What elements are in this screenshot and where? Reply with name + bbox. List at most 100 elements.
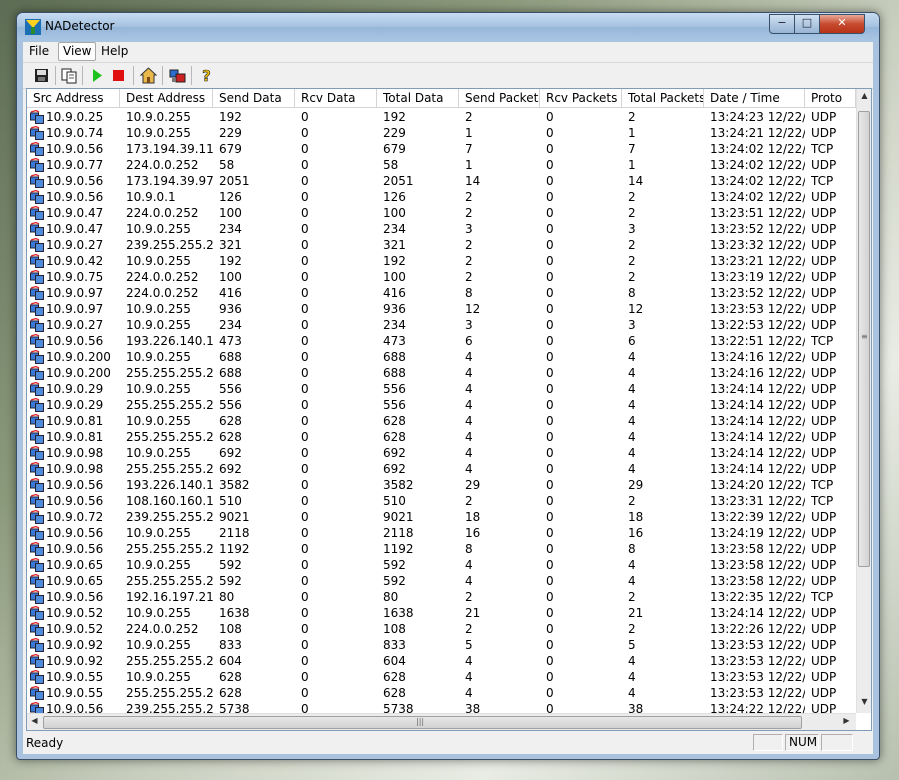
connection-icon <box>30 589 44 604</box>
table-cell: 13:22:26 12/22/... <box>710 622 805 636</box>
table-cell: 3 <box>628 222 636 236</box>
vertical-scroll-thumb[interactable]: ≡ <box>858 111 870 567</box>
table-row[interactable]: 10.9.0.42 10.9.0.255 192 0 192 2 0 2 13:23:21 12… <box>27 253 856 269</box>
table-cell: 0 <box>301 542 309 556</box>
table-cell: 13:22:39 12/22/... <box>710 510 805 524</box>
table-row[interactable]: 10.9.0.56 255.255.255.2... 1192 0 1192 8 0 8 13:… <box>27 541 856 557</box>
table-row[interactable]: 10.9.0.47 10.9.0.255 234 0 234 3 0 3 13:23:52 12… <box>27 221 856 237</box>
column-header[interactable]: Src Address <box>27 89 120 107</box>
table-cell: 14 <box>465 174 481 188</box>
start-icon[interactable] <box>87 66 106 85</box>
table-row[interactable]: 10.9.0.81 10.9.0.255 628 0 628 4 0 4 13:24:14 12… <box>27 413 856 429</box>
menu-file[interactable]: File <box>25 43 53 60</box>
table-row[interactable]: 10.9.0.72 239.255.255.2... 9021 0 9021 18 0 18 1… <box>27 509 856 525</box>
table-cell: TCP <box>811 590 834 604</box>
horizontal-scrollbar[interactable]: ◀ ||| ▶ <box>27 713 856 730</box>
table-cell: 628 <box>219 670 242 684</box>
minimize-button[interactable]: − <box>769 14 795 34</box>
column-header[interactable]: Proto <box>805 89 856 107</box>
traffic-list[interactable]: Src Address Dest Address Send Data Rcv Data… <box>26 88 872 731</box>
table-cell: 10.9.0.255 <box>126 606 191 620</box>
table-cell: 0 <box>301 302 309 316</box>
table-row[interactable]: 10.9.0.56 10.9.0.255 2118 0 2118 16 0 16 13:24:1… <box>27 525 856 541</box>
stop-icon[interactable] <box>109 66 128 85</box>
connection-icon <box>30 525 44 540</box>
table-cell: 13:23:53 12/22/... <box>710 654 805 668</box>
table-row[interactable]: 10.9.0.81 255.255.255.2... 628 0 628 4 0 4 13:24… <box>27 429 856 445</box>
table-row[interactable]: 10.9.0.56 10.9.0.1 126 0 126 2 0 2 13:24:02 12/2… <box>27 189 856 205</box>
table-row[interactable]: 10.9.0.55 10.9.0.255 628 0 628 4 0 4 13:23:53 12… <box>27 669 856 685</box>
table-cell: 13:22:53 12/22/... <box>710 318 805 332</box>
table-row[interactable]: 10.9.0.56 193.226.140.1... 473 0 473 6 0 6 13:22… <box>27 333 856 349</box>
table-cell: 556 <box>219 382 242 396</box>
table-row[interactable]: 10.9.0.27 10.9.0.255 234 0 234 3 0 3 13:22:53 12… <box>27 317 856 333</box>
save-icon[interactable] <box>32 66 51 85</box>
table-row[interactable]: 10.9.0.65 10.9.0.255 592 0 592 4 0 4 13:23:58 12… <box>27 557 856 573</box>
table-row[interactable]: 10.9.0.29 255.255.255.2... 556 0 556 4 0 4 13:24… <box>27 397 856 413</box>
column-header[interactable]: Send Data <box>213 89 295 107</box>
table-cell: 4 <box>465 462 473 476</box>
table-cell: 2 <box>628 254 636 268</box>
table-row[interactable]: 10.9.0.29 10.9.0.255 556 0 556 4 0 4 13:24:14 12… <box>27 381 856 397</box>
column-header[interactable]: Total Packets <box>622 89 704 107</box>
vertical-scrollbar[interactable]: ▲ ≡ ▼ <box>856 89 871 713</box>
scroll-up-arrow-icon[interactable]: ▲ <box>857 91 871 100</box>
table-cell: 1192 <box>219 542 250 556</box>
table-cell: UDP <box>811 510 837 524</box>
table-cell: 100 <box>219 206 242 220</box>
menu-view[interactable]: View <box>58 42 97 61</box>
column-header[interactable]: Total Data <box>377 89 459 107</box>
column-header[interactable]: Dest Address <box>120 89 213 107</box>
table-row[interactable]: 10.9.0.56 192.16.197.211 80 0 80 2 0 2 13:22:35 … <box>27 589 856 605</box>
table-row[interactable]: 10.9.0.56 173.194.39.111 679 0 679 7 0 7 13:24:0… <box>27 141 856 157</box>
table-row[interactable]: 10.9.0.55 255.255.255.2... 628 0 628 4 0 4 13:23… <box>27 685 856 701</box>
column-header[interactable]: Date / Time <box>704 89 805 107</box>
table-cell: 8 <box>465 286 473 300</box>
table-row[interactable]: 10.9.0.56 108.160.160.1... 510 0 510 2 0 2 13:23… <box>27 493 856 509</box>
table-row[interactable]: 10.9.0.77 224.0.0.252 58 0 58 1 0 1 13:24:02 12/… <box>27 157 856 173</box>
table-cell: 936 <box>219 302 242 316</box>
menu-help[interactable]: Help <box>97 43 132 60</box>
table-cell: 0 <box>301 430 309 444</box>
table-row[interactable]: 10.9.0.92 255.255.255.2... 604 0 604 4 0 4 13:23… <box>27 653 856 669</box>
table-cell: 8 <box>628 542 636 556</box>
table-row[interactable]: 10.9.0.200 10.9.0.255 688 0 688 4 0 4 13:24:16 1… <box>27 349 856 365</box>
table-row[interactable]: 10.9.0.27 239.255.255.2... 321 0 321 2 0 2 13:23… <box>27 237 856 253</box>
copy-icon[interactable] <box>60 66 79 85</box>
close-button[interactable]: ✕ <box>819 14 865 34</box>
table-row[interactable]: 10.9.0.52 224.0.0.252 108 0 108 2 0 2 13:22:26 1… <box>27 621 856 637</box>
scroll-right-arrow-icon[interactable]: ▶ <box>839 716 854 725</box>
table-cell: 1 <box>628 126 636 140</box>
table-row[interactable]: 10.9.0.65 255.255.255.2... 592 0 592 4 0 4 13:23… <box>27 573 856 589</box>
maximize-button[interactable]: □ <box>794 14 820 34</box>
column-header[interactable]: Send Packets <box>459 89 540 107</box>
title-bar[interactable]: NADetector − □ ✕ <box>17 13 879 41</box>
home-icon[interactable] <box>139 66 158 85</box>
table-row[interactable]: 10.9.0.200 255.255.255.2... 688 0 688 4 0 4 13:2… <box>27 365 856 381</box>
table-cell: 0 <box>301 398 309 412</box>
table-row[interactable]: 10.9.0.52 10.9.0.255 1638 0 1638 21 0 21 13:24:1… <box>27 605 856 621</box>
column-header[interactable]: Rcv Packets <box>540 89 622 107</box>
network-icon[interactable] <box>168 66 187 85</box>
table-row[interactable]: 10.9.0.92 10.9.0.255 833 0 833 5 0 5 13:23:53 12… <box>27 637 856 653</box>
client-area: File View Help ? Src Address Dest Addres… <box>23 42 873 754</box>
scroll-left-arrow-icon[interactable]: ◀ <box>27 716 42 725</box>
menu-bar: File View Help <box>23 42 873 61</box>
table-row[interactable]: 10.9.0.97 10.9.0.255 936 0 936 12 0 12 13:23:53 … <box>27 301 856 317</box>
table-row[interactable]: 10.9.0.98 10.9.0.255 692 0 692 4 0 4 13:24:14 12… <box>27 445 856 461</box>
table-cell: 628 <box>219 430 242 444</box>
table-row[interactable]: 10.9.0.25 10.9.0.255 192 0 192 2 0 2 13:24:23 12… <box>27 109 856 125</box>
table-cell: 10.9.0.77 <box>46 158 104 172</box>
table-row[interactable]: 10.9.0.98 255.255.255.2... 692 0 692 4 0 4 13:24… <box>27 461 856 477</box>
column-header[interactable]: Rcv Data <box>295 89 377 107</box>
table-row[interactable]: 10.9.0.56 193.226.140.1... 3582 0 3582 29 0 29 1… <box>27 477 856 493</box>
scroll-down-arrow-icon[interactable]: ▼ <box>857 697 871 706</box>
table-row[interactable]: 10.9.0.75 224.0.0.252 100 0 100 2 0 2 13:23:19 1… <box>27 269 856 285</box>
help-icon[interactable]: ? <box>197 66 216 85</box>
svg-text:?: ? <box>202 67 211 85</box>
table-row[interactable]: 10.9.0.56 173.194.39.97 2051 0 2051 14 0 14 13:2… <box>27 173 856 189</box>
table-row[interactable]: 10.9.0.74 10.9.0.255 229 0 229 1 0 1 13:24:21 12… <box>27 125 856 141</box>
horizontal-scroll-thumb[interactable]: ||| <box>43 716 802 729</box>
table-row[interactable]: 10.9.0.47 224.0.0.252 100 0 100 2 0 2 13:23:51 1… <box>27 205 856 221</box>
table-row[interactable]: 10.9.0.97 224.0.0.252 416 0 416 8 0 8 13:23:52 1… <box>27 285 856 301</box>
